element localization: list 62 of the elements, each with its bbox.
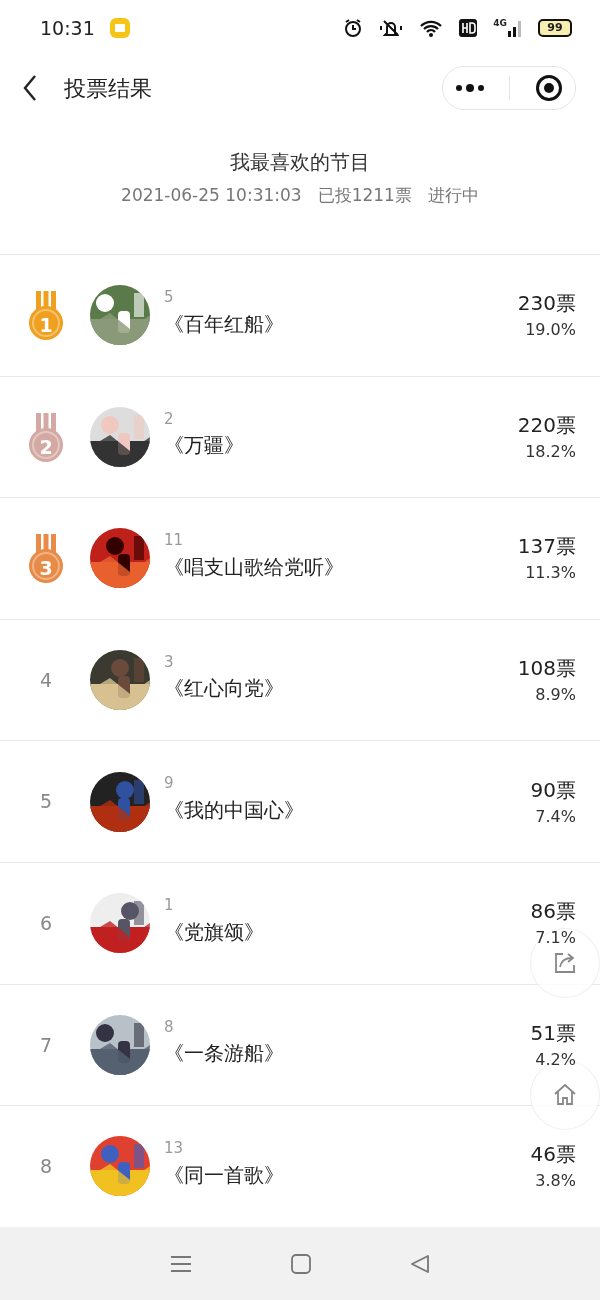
vote-total: 已投1211票 bbox=[317, 184, 412, 208]
poll-title: 我最喜欢的节目 bbox=[230, 149, 370, 177]
vote-count: 51票 bbox=[530, 1019, 576, 1047]
entry-number: 3 bbox=[164, 651, 175, 673]
entry-title: 《万疆》 bbox=[164, 432, 244, 460]
vote-count: 108票 bbox=[517, 655, 576, 683]
entry-title: 《唱支山歌给党听》 bbox=[164, 553, 344, 581]
entry-number: 13 bbox=[164, 1138, 185, 1160]
vote-count: 230票 bbox=[517, 290, 576, 318]
entry-number: 11 bbox=[164, 530, 185, 552]
vote-count: 46票 bbox=[530, 1141, 576, 1169]
entry-number: 1 bbox=[164, 895, 175, 916]
mute-icon bbox=[379, 18, 404, 38]
vote-percent: 8.9% bbox=[535, 684, 576, 707]
rank-number: 2 bbox=[38, 434, 54, 460]
back-triangle-icon[interactable] bbox=[410, 1253, 431, 1274]
rank-number: 8 bbox=[39, 1154, 53, 1180]
entry-title: 《百年红船》 bbox=[164, 310, 284, 338]
vote-count: 90票 bbox=[530, 776, 576, 804]
app-icon bbox=[108, 17, 131, 39]
share-icon[interactable] bbox=[552, 950, 578, 976]
menu-icon[interactable] bbox=[169, 1253, 192, 1274]
vote-percent: 19.0% bbox=[525, 319, 576, 342]
poll-date: 2021-06-25 10:31:03 bbox=[121, 184, 302, 208]
vote-percent: 11.3% bbox=[525, 562, 576, 585]
entry-title: 《我的中国心》 bbox=[164, 796, 304, 824]
rank-number: 4 bbox=[39, 667, 53, 693]
entry-title: 《党旗颂》 bbox=[164, 918, 264, 946]
vote-percent: 4.2% bbox=[535, 1048, 576, 1071]
hd-icon bbox=[459, 19, 478, 37]
entry-number: 9 bbox=[164, 773, 175, 795]
entry-title: 《红心向党》 bbox=[164, 675, 284, 703]
rank-number: 1 bbox=[38, 313, 54, 339]
vote-percent: 7.4% bbox=[535, 805, 576, 828]
signal-icon bbox=[508, 19, 522, 37]
entry-title: 《一条游船》 bbox=[164, 1040, 284, 1068]
alarm-icon bbox=[343, 18, 364, 38]
rank-number: 3 bbox=[38, 556, 54, 582]
vote-percent: 7.1% bbox=[535, 927, 576, 950]
entry-number: 5 bbox=[164, 287, 175, 309]
back-icon[interactable] bbox=[22, 74, 38, 102]
vote-count: 137票 bbox=[517, 533, 576, 561]
rank-number: 6 bbox=[39, 911, 53, 936]
status-time: 10:31 bbox=[40, 15, 95, 41]
close-target-icon[interactable] bbox=[534, 74, 563, 102]
home-square-icon[interactable] bbox=[291, 1253, 311, 1274]
vote-count: 220票 bbox=[517, 411, 576, 439]
entry-number: 2 bbox=[164, 408, 175, 430]
rank-number: 7 bbox=[39, 1032, 53, 1058]
network-type: 4G bbox=[493, 19, 507, 28]
page-title: 投票结果 bbox=[64, 74, 152, 103]
vote-percent: 18.2% bbox=[525, 440, 576, 463]
rank-number: 5 bbox=[39, 789, 53, 815]
entry-number: 8 bbox=[164, 1016, 175, 1038]
more-icon[interactable] bbox=[455, 84, 486, 92]
vote-percent: 3.8% bbox=[535, 1170, 576, 1193]
home-icon[interactable] bbox=[552, 1082, 578, 1108]
wifi-icon bbox=[419, 18, 444, 38]
entry-title: 《同一首歌》 bbox=[164, 1161, 284, 1189]
battery-level: 99 bbox=[547, 19, 563, 36]
poll-status: 进行中 bbox=[427, 184, 479, 208]
vote-count: 86票 bbox=[530, 898, 576, 926]
